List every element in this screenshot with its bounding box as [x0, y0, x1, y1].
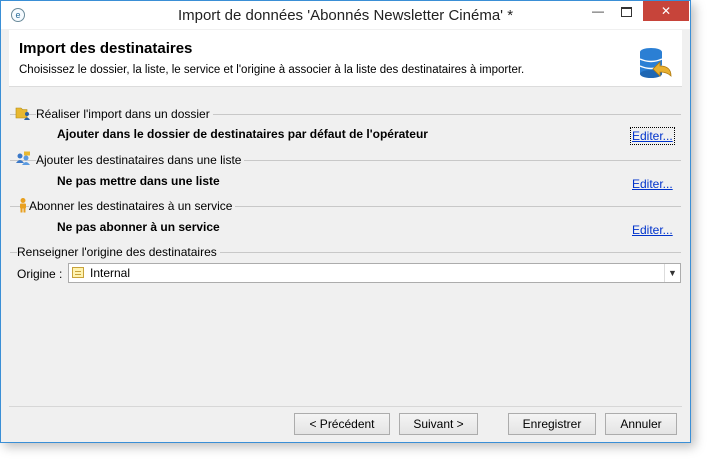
folder-section-label: Réaliser l'import dans un dossier: [36, 107, 213, 121]
list-section-label: Ajouter les destinataires dans une liste: [36, 153, 245, 167]
cancel-button[interactable]: Annuler: [605, 413, 677, 435]
folder-value: Ajouter dans le dossier de destinataires…: [57, 127, 428, 141]
wizard-header: Import des destinataires Choisissez le d…: [9, 30, 682, 87]
close-button[interactable]: ✕: [643, 1, 689, 21]
folder-user-icon: [15, 107, 30, 120]
origin-field-label: Origine :: [17, 267, 63, 281]
page-subtitle: Choisissez le dossier, la liste, le serv…: [19, 64, 525, 76]
minimize-button[interactable]: —: [585, 1, 611, 21]
service-value: Ne pas abonner à un service: [57, 220, 220, 234]
maximize-button[interactable]: [613, 1, 639, 21]
origin-section-label: Renseigner l'origine des destinataires: [17, 245, 220, 259]
next-button[interactable]: Suivant >: [399, 413, 478, 435]
footer-divider: [9, 406, 682, 407]
service-section-label: Abonner les destinataires à un service: [29, 199, 236, 213]
edit-service-link[interactable]: Editer...: [632, 223, 673, 237]
origin-select[interactable]: Internal ▼: [68, 263, 681, 283]
page-title: Import des destinataires: [19, 40, 193, 57]
chevron-down-icon[interactable]: ▼: [664, 264, 680, 282]
import-dialog-window: e Import de données 'Abonnés Newsletter …: [0, 0, 691, 443]
maximize-icon: [620, 6, 632, 17]
edit-list-link[interactable]: Editer...: [632, 177, 673, 191]
users-group-icon: [16, 151, 30, 165]
list-value: Ne pas mettre dans une liste: [57, 174, 220, 188]
list-icon: [72, 267, 84, 278]
previous-button[interactable]: < Précédent: [294, 413, 390, 435]
title-bar[interactable]: e Import de données 'Abonnés Newsletter …: [1, 1, 690, 29]
edit-folder-link[interactable]: Editer...: [630, 127, 675, 145]
save-button[interactable]: Enregistrer: [508, 413, 596, 435]
origin-selected-value: Internal: [90, 266, 131, 280]
database-import-icon: [639, 48, 672, 78]
